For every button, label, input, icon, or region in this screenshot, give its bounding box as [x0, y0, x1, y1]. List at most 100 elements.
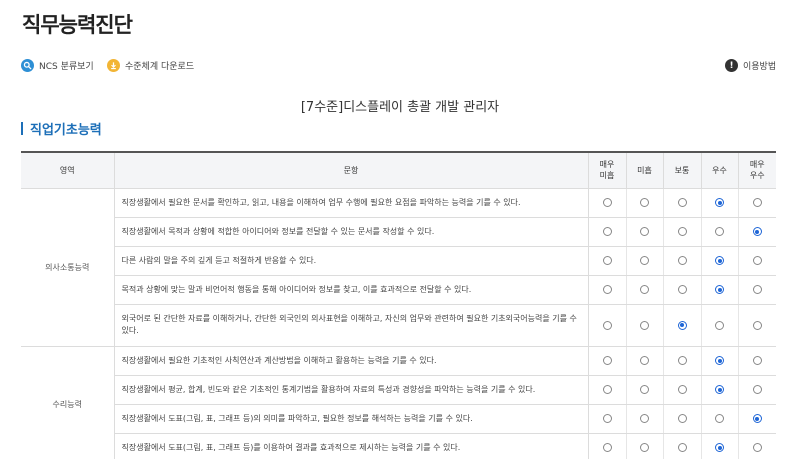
rating-radio-very-poor[interactable]	[602, 227, 612, 236]
header-good: 우수	[700, 151, 738, 189]
rating-radio-very-good[interactable]	[752, 356, 762, 365]
rating-cell-very-poor	[587, 275, 626, 305]
rating-radio-average[interactable]	[677, 227, 687, 236]
rating-cell-poor	[625, 217, 663, 247]
rating-radio-very-good[interactable]	[752, 198, 762, 207]
rating-radio-very-good[interactable]	[752, 385, 762, 394]
header-very-good: 매우 우수	[737, 151, 776, 189]
rating-cell-poor	[625, 246, 663, 276]
rating-cell-very-good	[737, 404, 776, 434]
rating-cell-poor	[625, 188, 663, 218]
level-system-download-button[interactable]: 수준체계 다운로드	[107, 59, 194, 72]
rating-radio-very-good[interactable]	[752, 320, 762, 330]
table-row: 의사소통능력 직장생활에서 필요한 문서를 확인하고, 읽고, 내용을 이해하여 …	[21, 188, 776, 347]
rating-cell-very-poor	[587, 404, 626, 434]
rating-radio-good[interactable]	[715, 256, 724, 265]
table-row: 수리능력 직장생활에서 필요한 기초적인 사칙연산과 계산방법을 이해하고 활용하…	[21, 346, 776, 459]
assessment-table: 영역 문항 매우 미흡 미흡 보통 우수 매우 우수 의사소통능력 직장생활에서 …	[21, 151, 776, 459]
rating-radio-poor[interactable]	[640, 356, 649, 365]
rating-radio-average[interactable]	[677, 443, 687, 452]
table-header-row: 영역 문항 매우 미흡 미흡 보통 우수 매우 우수	[21, 151, 776, 189]
rating-cell-very-good	[737, 246, 776, 276]
rating-radio-poor[interactable]	[640, 414, 649, 423]
rating-radio-good[interactable]	[715, 285, 724, 294]
question-cell: 다른 사람의 말을 주의 깊게 듣고 적절하게 반응할 수 있다.	[114, 246, 589, 276]
rating-radio-good[interactable]	[715, 414, 724, 423]
rating-cell-good	[700, 188, 738, 218]
rating-radio-poor[interactable]	[640, 198, 649, 207]
header-average: 보통	[662, 151, 701, 189]
rating-cell-very-poor	[587, 375, 626, 405]
rating-cell-good	[700, 433, 738, 459]
rating-radio-very-good[interactable]	[752, 285, 762, 294]
question-cell: 직장생활에서 필요한 기초적인 사칙연산과 계산방법을 이해하고 활용하는 능력…	[114, 346, 589, 376]
rating-radio-average[interactable]	[677, 414, 687, 423]
section-title: 직업기초능력	[21, 119, 102, 138]
table-row: 직장생활에서 도표(그림, 표, 그래프 등)의 의미를 파악하고, 필요한 정…	[21, 404, 776, 434]
header-area: 영역	[21, 151, 114, 189]
rating-radio-very-good[interactable]	[752, 443, 762, 452]
rating-radio-good[interactable]	[715, 385, 724, 394]
rating-radio-very-poor[interactable]	[602, 414, 612, 423]
rating-radio-good[interactable]	[715, 356, 724, 365]
question-cell: 외국어로 된 간단한 자료를 이해하거나, 간단한 외국인의 의사표현을 이해하…	[114, 304, 589, 347]
question-cell: 직장생활에서 필요한 문서를 확인하고, 읽고, 내용을 이해하여 업무 수행에…	[114, 188, 589, 218]
rating-radio-good[interactable]	[715, 443, 724, 452]
rating-radio-average[interactable]	[677, 356, 687, 365]
rating-radio-very-poor[interactable]	[602, 256, 612, 265]
rating-radio-very-good[interactable]	[752, 227, 762, 236]
rating-cell-very-good	[737, 346, 776, 376]
rating-radio-average[interactable]	[677, 285, 687, 294]
competency-area-cell: 의사소통능력	[21, 188, 115, 347]
rating-radio-average[interactable]	[677, 385, 687, 394]
table-row: 외국어로 된 간단한 자료를 이해하거나, 간단한 외국인의 의사표현을 이해하…	[21, 304, 776, 347]
rating-cell-very-poor	[587, 246, 626, 276]
rating-radio-poor[interactable]	[640, 227, 649, 236]
rating-radio-good[interactable]	[715, 320, 724, 330]
rating-radio-good[interactable]	[715, 227, 724, 236]
rating-cell-average	[662, 275, 701, 305]
ncs-classification-button[interactable]: NCS 분류보기	[21, 59, 94, 72]
rating-radio-very-good[interactable]	[752, 414, 762, 423]
section-title-bar	[21, 122, 23, 135]
info-icon: !	[725, 59, 738, 72]
level-system-download-label: 수준체계 다운로드	[125, 62, 195, 72]
rating-radio-poor[interactable]	[640, 443, 649, 452]
table-row: 다른 사람의 말을 주의 깊게 듣고 적절하게 반응할 수 있다.	[21, 246, 776, 276]
rating-cell-average	[662, 433, 701, 459]
toolbar: NCS 분류보기 수준체계 다운로드 ! 이용방법	[0, 59, 800, 77]
rating-cell-very-poor	[587, 433, 626, 459]
rating-cell-average	[662, 188, 701, 218]
rating-radio-average[interactable]	[677, 198, 687, 207]
rating-radio-poor[interactable]	[640, 285, 649, 294]
rating-cell-good	[700, 404, 738, 434]
rating-radio-very-poor[interactable]	[602, 385, 612, 394]
rating-radio-poor[interactable]	[640, 320, 649, 330]
rating-cell-very-good	[737, 217, 776, 247]
rating-radio-poor[interactable]	[640, 385, 649, 394]
rating-radio-very-good[interactable]	[752, 256, 762, 265]
question-cell: 직장생활에서 평균, 합계, 빈도와 같은 기초적인 통계기법을 활용하여 자료…	[114, 375, 589, 405]
table-row: 직장생활에서 도표(그림, 표, 그래프 등)를 이용하여 결과를 효과적으로 …	[21, 433, 776, 459]
rating-cell-very-good	[737, 433, 776, 459]
rating-cell-poor	[625, 375, 663, 405]
usage-guide-label: 이용방법	[743, 62, 777, 72]
rating-cell-very-good	[737, 304, 776, 347]
rating-radio-very-poor[interactable]	[602, 320, 612, 330]
rating-cell-good	[700, 304, 738, 347]
rating-cell-poor	[625, 433, 663, 459]
rating-radio-good[interactable]	[715, 198, 724, 207]
rating-radio-poor[interactable]	[640, 256, 649, 265]
rating-radio-very-poor[interactable]	[602, 356, 612, 365]
rating-radio-average[interactable]	[677, 256, 687, 265]
rating-cell-poor	[625, 404, 663, 434]
rating-cell-average	[662, 404, 701, 434]
rating-radio-average[interactable]	[677, 320, 687, 330]
rating-radio-very-poor[interactable]	[602, 443, 612, 452]
usage-guide-button[interactable]: ! 이용방법	[725, 59, 776, 72]
assessment-table-body: 의사소통능력 직장생활에서 필요한 문서를 확인하고, 읽고, 내용을 이해하여 …	[21, 188, 776, 459]
rating-radio-very-poor[interactable]	[602, 285, 612, 294]
rating-cell-average	[662, 346, 701, 376]
competency-area-cell: 수리능력	[21, 346, 115, 459]
rating-radio-very-poor[interactable]	[602, 198, 612, 207]
